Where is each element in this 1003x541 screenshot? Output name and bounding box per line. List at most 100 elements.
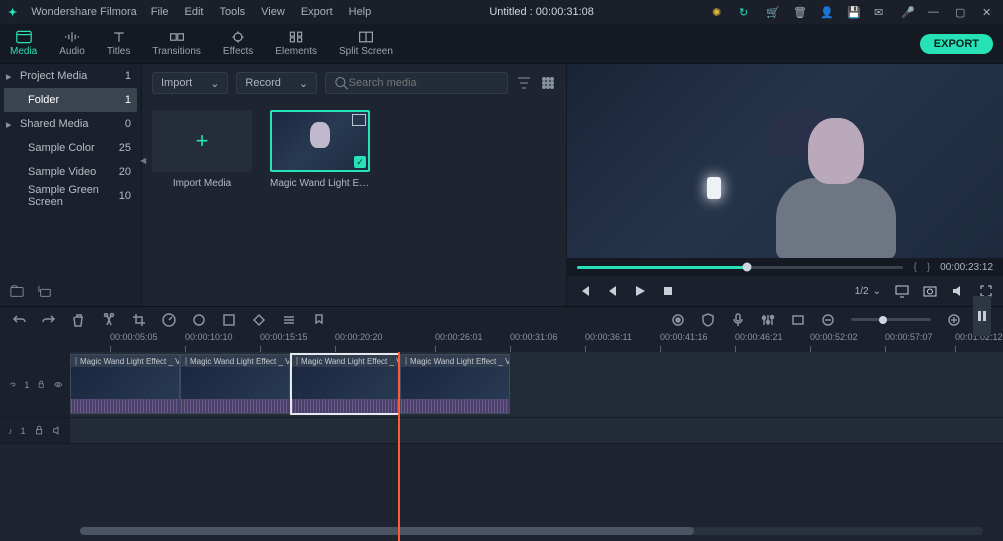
record-dropdown[interactable]: Record⌄	[236, 72, 317, 94]
zoom-out-icon[interactable]	[821, 313, 835, 327]
sidebar-collapse-handle[interactable]	[140, 154, 148, 166]
keyframe-icon[interactable]	[252, 313, 266, 327]
sidebar-item-shared-media[interactable]: ▸Shared Media0	[0, 112, 141, 136]
mic-icon[interactable]: 🎤	[901, 6, 914, 19]
split-icon[interactable]	[102, 313, 116, 327]
timeline-ruler[interactable]: 00:00:05:0500:00:10:1000:00:15:1500:00:2…	[0, 332, 1003, 352]
video-lane[interactable]: Magic Wand Light Effect _ VMagic Wand Li…	[70, 352, 1003, 417]
record-vo-icon[interactable]	[671, 313, 685, 327]
refresh-icon[interactable]: ↻	[739, 6, 752, 19]
import-dropdown[interactable]: Import⌄	[152, 72, 228, 94]
filter-icon[interactable]	[516, 75, 532, 91]
redo-icon[interactable]	[42, 313, 56, 327]
mixer-icon[interactable]	[761, 313, 775, 327]
timeline-clip[interactable]: Magic Wand Light Effect _ V	[400, 354, 510, 414]
shield-icon[interactable]	[701, 313, 715, 327]
step-back-icon[interactable]	[605, 284, 619, 298]
menu-tools[interactable]: Tools	[219, 6, 245, 18]
video-track-header[interactable]: 1	[0, 352, 70, 417]
new-subfolder-icon[interactable]	[38, 284, 52, 298]
speed-icon[interactable]	[162, 313, 176, 327]
timeline-clip[interactable]: Magic Wand Light Effect _ V	[180, 354, 290, 414]
tab-titles[interactable]: Titles	[107, 30, 131, 57]
link-icon	[8, 379, 16, 390]
sidebar-item-project-media[interactable]: ▸Project Media1	[0, 64, 141, 88]
speaker-icon[interactable]	[52, 425, 62, 436]
grid-view-icon[interactable]	[540, 75, 556, 91]
greenscreen-icon[interactable]	[222, 313, 236, 327]
search-field[interactable]	[349, 77, 499, 89]
tab-splitscreen[interactable]: Split Screen	[339, 30, 393, 57]
render-icon[interactable]	[791, 313, 805, 327]
mark-in-icon[interactable]: {	[913, 262, 916, 273]
ruler-tick: 00:00:46:21	[735, 332, 783, 342]
save-icon[interactable]: 💾	[847, 6, 860, 19]
zoom-ratio-dropdown[interactable]: 1/2⌄	[855, 286, 881, 297]
volume-icon[interactable]	[951, 284, 965, 298]
sidebar-item-sample-video[interactable]: Sample Video20	[0, 160, 141, 184]
thumb-label: Import Media	[152, 178, 252, 189]
playhead[interactable]	[398, 352, 400, 541]
render-preview-button[interactable]	[973, 296, 991, 336]
color-icon[interactable]	[192, 313, 206, 327]
crop-icon[interactable]	[132, 313, 146, 327]
import-media-thumb[interactable]: + Import Media	[152, 110, 252, 189]
play-icon[interactable]	[633, 284, 647, 298]
message-icon[interactable]: ✉	[874, 6, 887, 19]
audio-track: ♪ 1	[0, 418, 1003, 444]
close-icon[interactable]: ✕	[982, 6, 995, 19]
tab-audio[interactable]: Audio	[59, 30, 85, 57]
menu-file[interactable]: File	[151, 6, 169, 18]
search-media-input[interactable]	[325, 72, 508, 94]
export-button[interactable]: EXPORT	[920, 34, 993, 54]
eye-icon[interactable]	[54, 379, 62, 390]
ruler-tick: 00:00:15:15	[260, 332, 308, 342]
snapshot-icon[interactable]	[923, 284, 937, 298]
timeline-clip[interactable]: Magic Wand Light Effect _ V	[70, 354, 180, 414]
lock-icon[interactable]	[34, 425, 44, 436]
undo-icon[interactable]	[12, 313, 26, 327]
maximize-icon[interactable]: ▢	[955, 6, 968, 19]
preview-screen[interactable]	[567, 64, 1003, 258]
tab-elements[interactable]: Elements	[275, 30, 317, 57]
monitor-icon[interactable]	[895, 284, 909, 298]
preview-seekbar[interactable]	[577, 266, 903, 269]
tab-media[interactable]: Media	[10, 30, 37, 57]
sidebar-item-sample-color[interactable]: Sample Color25	[0, 136, 141, 160]
audio-lane[interactable]	[70, 418, 1003, 443]
tab-transitions[interactable]: Transitions	[152, 30, 201, 57]
delete-icon[interactable]	[72, 313, 86, 327]
document-title: Untitled : 00:00:31:08	[385, 6, 698, 18]
stop-icon[interactable]	[661, 284, 675, 298]
timeline-toolbar	[0, 306, 1003, 332]
lock-icon[interactable]	[37, 379, 45, 390]
menu-edit[interactable]: Edit	[185, 6, 204, 18]
adjust-icon[interactable]	[282, 313, 296, 327]
trash-icon[interactable]: 🗑	[793, 6, 806, 19]
menu-help[interactable]: Help	[349, 6, 372, 18]
mic-tool-icon[interactable]	[731, 313, 745, 327]
cart-icon[interactable]: 🛒	[766, 6, 779, 19]
sidebar-item-sample-green[interactable]: Sample Green Screen10	[0, 184, 141, 208]
prev-frame-icon[interactable]	[577, 284, 591, 298]
zoom-slider[interactable]	[851, 318, 931, 321]
minimize-icon[interactable]: —	[928, 6, 941, 19]
media-clip-thumb[interactable]: ✓ Magic Wand Light Effec...	[270, 110, 370, 189]
preview-panel: { } 00:00:23:12 1/2⌄	[567, 64, 1003, 306]
menu-view[interactable]: View	[261, 6, 285, 18]
zoom-in-icon[interactable]	[947, 313, 961, 327]
menu-export[interactable]: Export	[301, 6, 333, 18]
plus-icon: +	[196, 128, 209, 154]
mark-out-icon[interactable]: }	[927, 262, 930, 273]
marker-icon[interactable]	[312, 313, 326, 327]
tab-effects[interactable]: Effects	[223, 30, 253, 57]
star-icon[interactable]: ✺	[712, 6, 725, 19]
new-folder-icon[interactable]	[10, 284, 24, 298]
media-sidebar: ▸Project Media1 Folder1 ▸Shared Media0 S…	[0, 64, 142, 306]
timeline-scrollbar[interactable]	[80, 527, 983, 535]
audio-track-header[interactable]: ♪ 1	[0, 418, 70, 443]
ruler-tick: 00:00:05:05	[110, 332, 158, 342]
sidebar-item-folder[interactable]: Folder1	[4, 88, 137, 112]
timeline-clip[interactable]: Magic Wand Light Effect _ V	[290, 353, 400, 415]
user-icon[interactable]: 👤	[820, 6, 833, 19]
